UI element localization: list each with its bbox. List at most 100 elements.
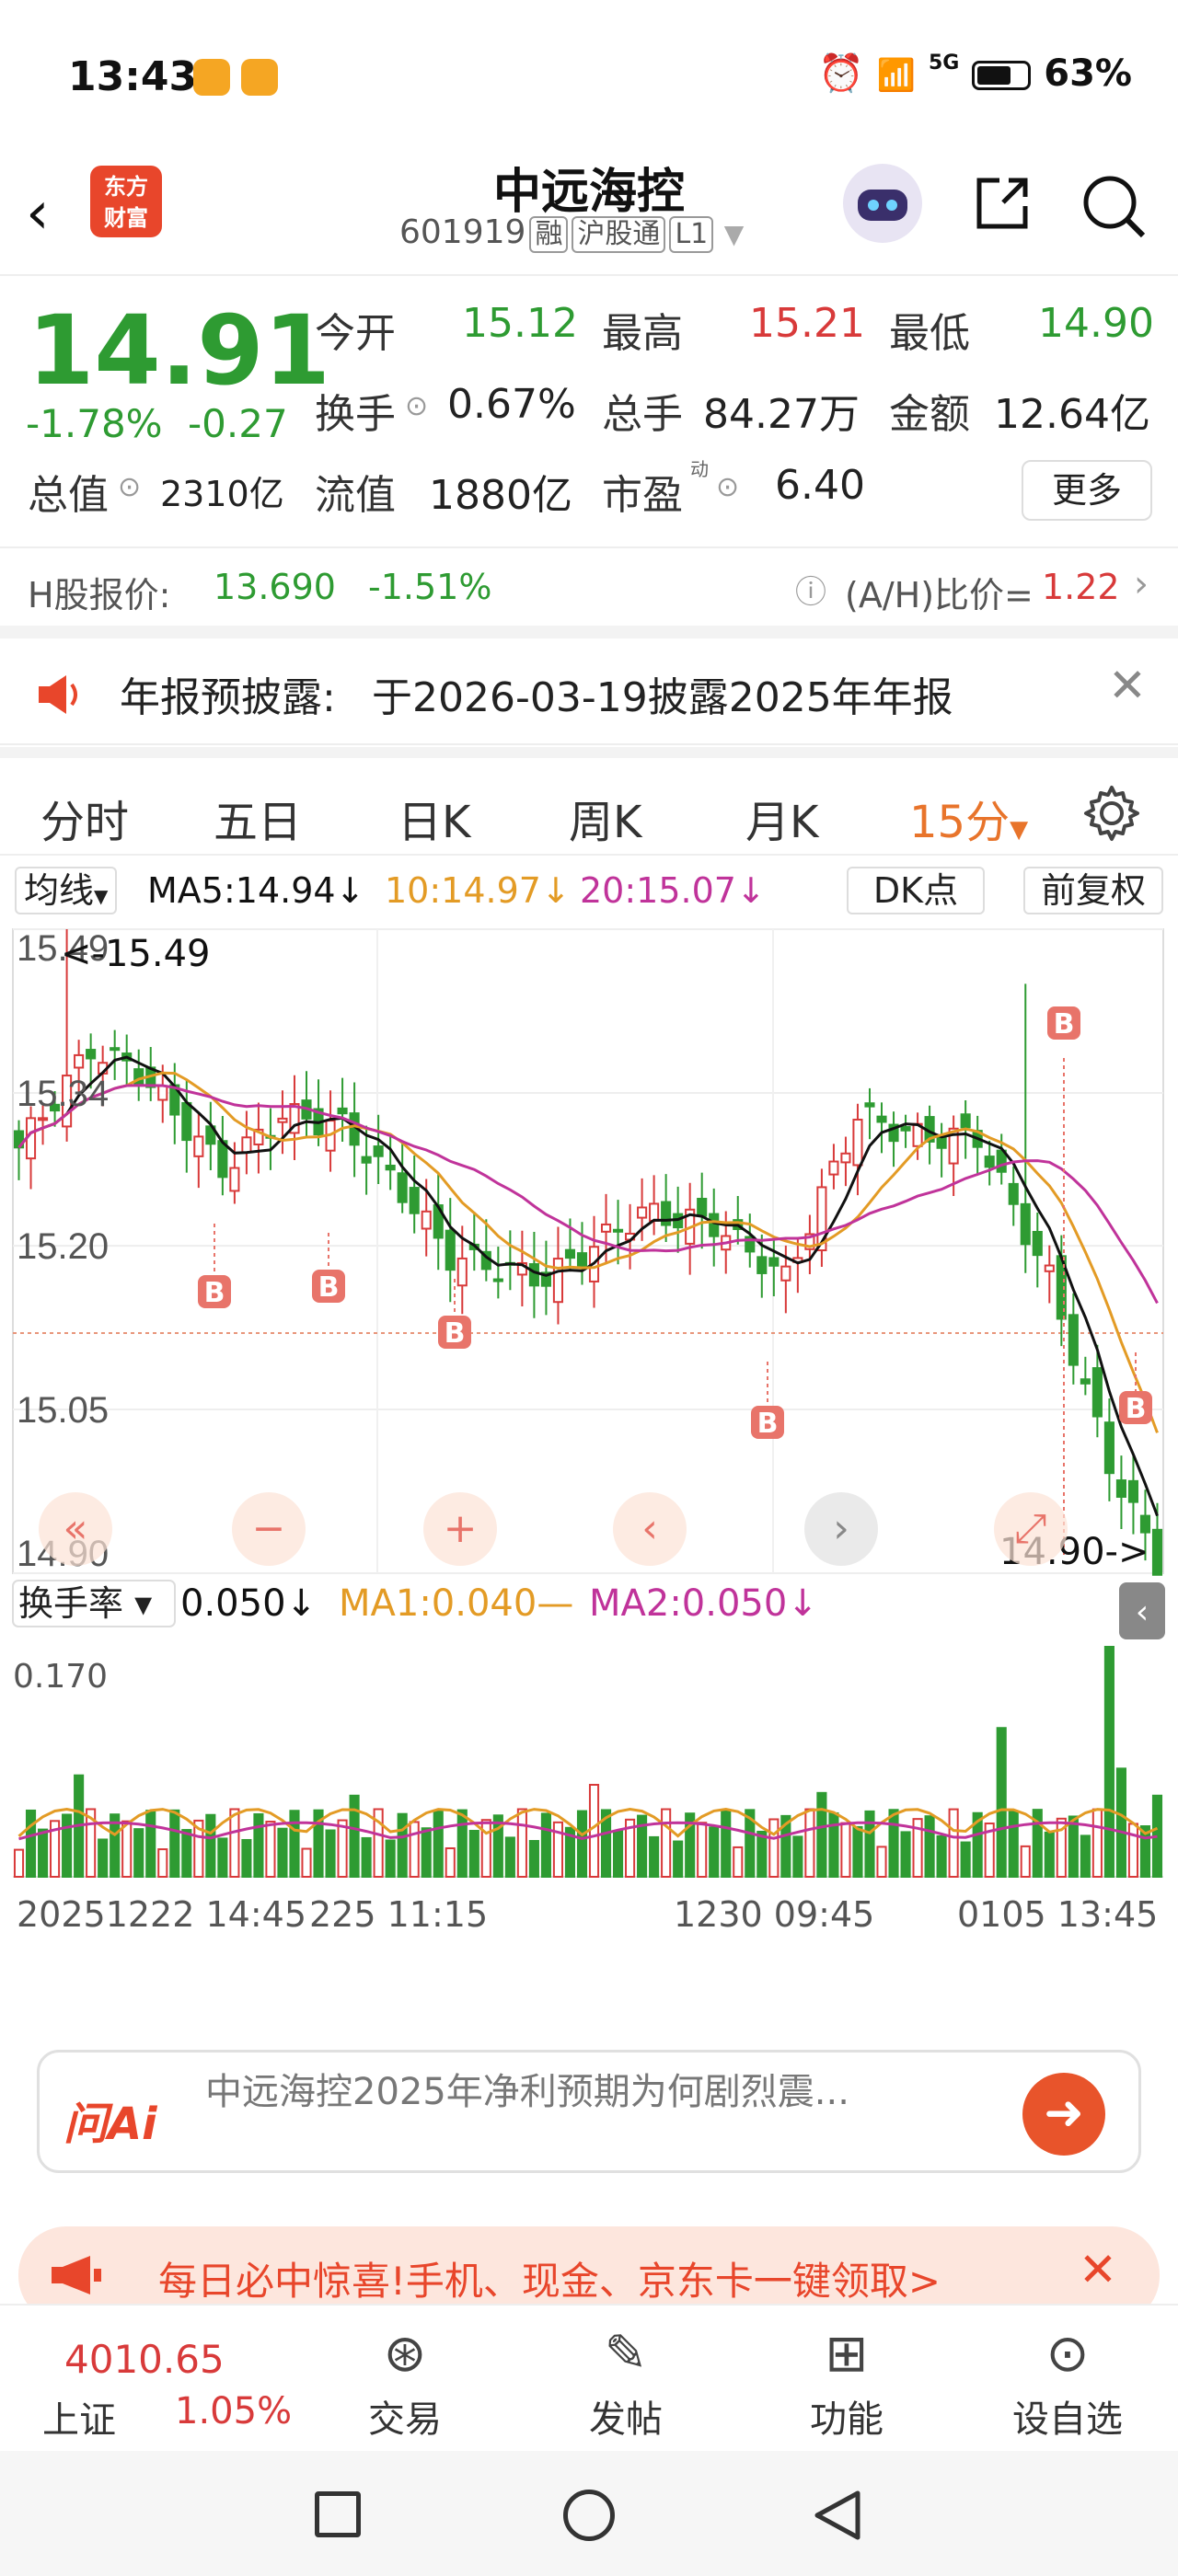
mktcap-label: 总值 bbox=[28, 472, 109, 519]
expand-icon[interactable]: ⤢ bbox=[994, 1492, 1068, 1566]
volume-indicator: 换手率 ▾ bbox=[18, 1583, 152, 1624]
battery-icon bbox=[972, 61, 1032, 90]
notice-title: 年报预披露: bbox=[120, 674, 336, 721]
volume-value: 84.27万 bbox=[703, 391, 860, 438]
battery-level: 63% bbox=[1044, 52, 1132, 95]
candle-body bbox=[397, 1172, 408, 1203]
collapse-tab[interactable]: ‹ bbox=[1119, 1582, 1165, 1639]
share-icon[interactable] bbox=[970, 171, 1034, 236]
tab-week-k[interactable]: 周K bbox=[569, 786, 641, 850]
volume-bar bbox=[265, 1821, 276, 1878]
nav-post[interactable]: ✎ 发帖 bbox=[552, 2324, 699, 2443]
search-icon[interactable] bbox=[1079, 171, 1149, 241]
zoom-in-icon[interactable]: + bbox=[423, 1492, 497, 1566]
help-icon[interactable]: ⓘ bbox=[795, 567, 826, 612]
fast-back-icon[interactable]: « bbox=[39, 1492, 112, 1566]
nav-function[interactable]: ⊞ 功能 bbox=[773, 2324, 920, 2443]
index-pct[interactable]: 1.05% bbox=[175, 2390, 292, 2432]
stock-code: 601919 bbox=[399, 213, 526, 251]
info-icon[interactable]: ⊙ bbox=[405, 390, 428, 422]
buy-markers: B B B B B B bbox=[198, 1006, 1152, 1558]
candle-body bbox=[780, 1265, 791, 1282]
recent-apps-button[interactable] bbox=[315, 2491, 361, 2537]
buy-marker-label: B bbox=[1054, 1008, 1075, 1041]
close-icon[interactable]: ✕ bbox=[1108, 659, 1147, 712]
open-label: 今开 bbox=[315, 310, 396, 357]
price-frame bbox=[12, 928, 1164, 1574]
megaphone-icon bbox=[52, 2256, 101, 2294]
tab-five-day[interactable]: 五日 bbox=[214, 786, 302, 850]
scroll-left-icon[interactable]: ‹ bbox=[613, 1492, 687, 1566]
indicator-select[interactable]: 均线▼ bbox=[15, 867, 118, 914]
candle-body bbox=[229, 1167, 240, 1192]
float-label: 流值 bbox=[315, 472, 396, 519]
volume-axis-label: 0.170 bbox=[13, 1658, 108, 1696]
candle-body bbox=[756, 1256, 768, 1274]
tab-15min-label: 15分 bbox=[909, 797, 1011, 848]
candle-body bbox=[864, 1102, 875, 1108]
volume-bar bbox=[936, 1834, 947, 1878]
back-nav-button[interactable] bbox=[810, 2488, 865, 2543]
candle-body bbox=[456, 1257, 468, 1287]
dk-button[interactable]: DK点 bbox=[847, 867, 985, 914]
nav-watchlist[interactable]: ⊙ 设自选 bbox=[994, 2324, 1141, 2443]
nav-trade[interactable]: ⊛ 交易 bbox=[331, 2324, 479, 2443]
stock-code-row[interactable]: 601919 融沪股通 L1 ▼ bbox=[399, 213, 744, 253]
kline-chart[interactable]: BBBBBB 15.4915.3415.2015.0514.90<-15.491… bbox=[0, 920, 1178, 1950]
volume-bar bbox=[217, 1837, 228, 1878]
index-value[interactable]: 4010.65 bbox=[64, 2337, 225, 2382]
volume-bar bbox=[37, 1828, 49, 1878]
volume-bar bbox=[697, 1822, 708, 1878]
robot-avatar-icon[interactable] bbox=[843, 164, 922, 243]
info-icon[interactable]: ⊙ bbox=[118, 471, 141, 503]
volume-bar bbox=[576, 1810, 588, 1879]
volume-ma1: MA1:0.040— bbox=[339, 1582, 573, 1625]
volume-bar bbox=[289, 1810, 300, 1878]
volume-bar bbox=[349, 1794, 360, 1878]
arrow-right-icon[interactable]: ➜ bbox=[1022, 2073, 1105, 2156]
volume-bar bbox=[409, 1821, 420, 1878]
volume-bar bbox=[1080, 1834, 1091, 1878]
volume-bars bbox=[13, 1646, 1163, 1879]
ai-question: 中远海控2025年净利预期为何剧烈震... bbox=[205, 2071, 849, 2113]
announcement-bar[interactable]: 年报预披露: 于2026-03-19披露2025年年报 ✕ bbox=[0, 644, 1178, 745]
scroll-right-icon[interactable]: › bbox=[804, 1492, 878, 1566]
volume-bar bbox=[948, 1808, 959, 1878]
gear-icon[interactable] bbox=[1082, 784, 1141, 843]
chevron-right-icon: › bbox=[1134, 563, 1149, 605]
home-button[interactable] bbox=[563, 2490, 615, 2541]
zoom-out-icon[interactable]: − bbox=[232, 1492, 306, 1566]
volume-bar bbox=[1127, 1823, 1139, 1878]
ai-question-card[interactable]: 问Ai 中远海控2025年净利预期为何剧烈震... ➜ bbox=[37, 2050, 1141, 2173]
info-icon[interactable]: ⊙ bbox=[716, 471, 739, 503]
adjust-button[interactable]: 前复权 bbox=[1023, 867, 1163, 914]
speaker-icon bbox=[39, 675, 77, 714]
more-button[interactable]: 更多 bbox=[1022, 460, 1152, 521]
control-button-glyph: ⤢ bbox=[1014, 1505, 1046, 1552]
h-share-bar[interactable]: H股报价: 13.690 -1.51% ⓘ (A/H)比价= 1.22 › bbox=[0, 546, 1178, 638]
close-icon[interactable]: ✕ bbox=[1079, 2243, 1117, 2296]
tab-15min[interactable]: 15分▼ bbox=[909, 786, 1028, 850]
candle-body bbox=[1115, 1479, 1126, 1498]
candle-body bbox=[984, 1156, 995, 1168]
candle-body bbox=[1103, 1421, 1114, 1475]
volume-bar bbox=[468, 1830, 479, 1879]
volume-bar bbox=[157, 1848, 168, 1878]
chart-controls: « − + ‹ › ⤢ bbox=[39, 1492, 1068, 1566]
tab-month-k[interactable]: 月K bbox=[745, 786, 818, 850]
tab-day-k[interactable]: 日K bbox=[398, 786, 470, 850]
candle-body bbox=[852, 1118, 863, 1167]
candle-body bbox=[564, 1248, 576, 1259]
volume-bar bbox=[253, 1812, 264, 1878]
volume-bar bbox=[13, 1848, 25, 1879]
candle-body bbox=[1080, 1378, 1091, 1385]
tab-intraday[interactable]: 分时 bbox=[40, 786, 129, 850]
volume-bar bbox=[433, 1810, 444, 1878]
index-name[interactable]: 上证 bbox=[42, 2390, 116, 2444]
status-time: 13:43 bbox=[68, 53, 198, 100]
notification-icon bbox=[193, 59, 230, 96]
price-tick-label: 15.20 bbox=[17, 1226, 109, 1267]
pe-value: 6.40 bbox=[775, 462, 865, 509]
ma-legend: 均线▼ MA5:14.94↓ 10:14.97↓ 20:15.07↓ DK点 前… bbox=[0, 857, 1178, 922]
candle-body bbox=[840, 1152, 851, 1164]
